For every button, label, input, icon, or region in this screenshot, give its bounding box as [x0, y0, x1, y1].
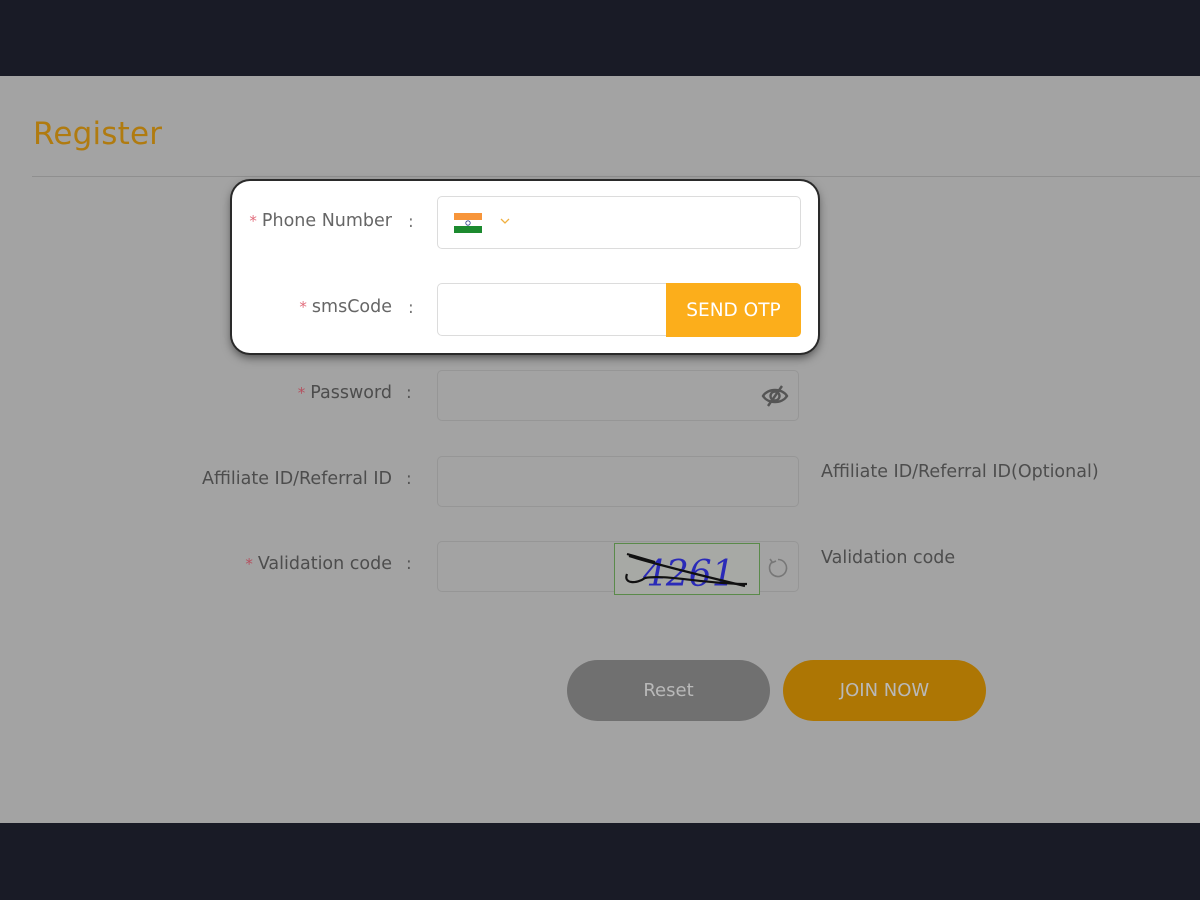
validation-row: * Validation code : 4261	[0, 541, 1200, 595]
eye-slash-icon[interactable]	[760, 383, 790, 409]
password-input[interactable]	[437, 370, 799, 421]
phone-label: * Phone Number	[249, 211, 392, 231]
colon: :	[408, 212, 414, 232]
phone-input[interactable]	[437, 196, 801, 249]
colon: :	[406, 469, 412, 489]
chevron-down-icon[interactable]	[498, 214, 512, 228]
page-title: Register	[33, 116, 163, 152]
validation-label: * Validation code	[245, 554, 392, 574]
colon: :	[406, 383, 412, 403]
required-mark: *	[245, 555, 253, 573]
validation-hint: Validation code	[821, 548, 956, 568]
bottom-bar	[0, 823, 1200, 900]
colon: :	[406, 554, 412, 574]
captcha-graphic: 4261	[625, 552, 748, 595]
highlight-panel: * Phone Number : * smsCode : SEND OTP	[232, 181, 818, 353]
validation-input[interactable]: 4261	[437, 541, 799, 595]
affiliate-input[interactable]	[437, 456, 799, 507]
join-now-button[interactable]: JOIN NOW	[783, 660, 986, 721]
send-otp-button[interactable]: SEND OTP	[666, 283, 801, 337]
reset-button[interactable]: Reset	[567, 660, 770, 721]
india-flag-icon[interactable]	[454, 213, 482, 233]
title-divider	[32, 176, 1200, 177]
required-mark: *	[249, 212, 257, 230]
refresh-icon[interactable]	[766, 556, 790, 580]
affiliate-label: Affiliate ID/Referral ID	[202, 469, 392, 489]
sms-label: * smsCode	[299, 297, 392, 317]
password-label: * Password	[297, 383, 392, 403]
required-mark: *	[299, 298, 307, 316]
password-row: * Password :	[0, 370, 1200, 424]
colon: :	[408, 298, 414, 318]
top-bar	[0, 0, 1200, 76]
captcha-image[interactable]: 4261	[614, 543, 760, 595]
required-mark: *	[297, 384, 306, 402]
captcha-text: 4261	[642, 554, 735, 594]
affiliate-hint: Affiliate ID/Referral ID(Optional)	[821, 462, 1099, 482]
